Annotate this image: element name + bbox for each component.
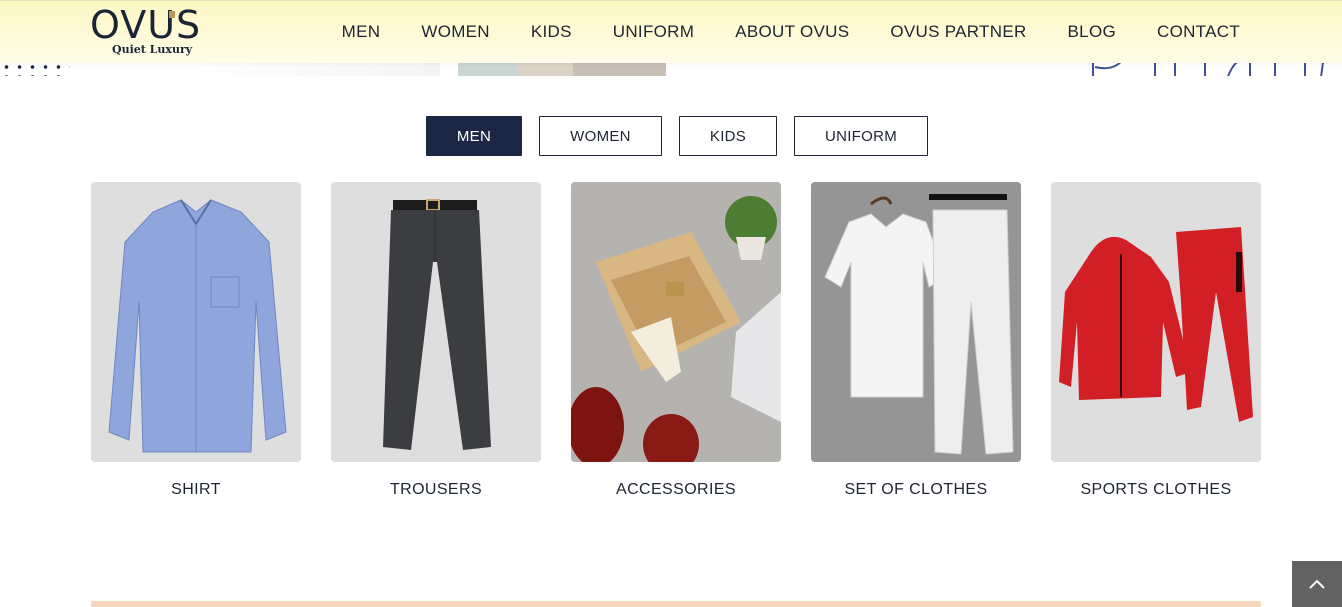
nav-about-ovus[interactable]: ABOUT OVUS <box>735 22 849 42</box>
product-label[interactable]: ACCESSORIES <box>571 481 781 499</box>
product-card-sports-clothes[interactable]: SPORTS CLOTHES <box>1051 182 1261 499</box>
svg-text:OVUS: OVUS <box>90 7 201 47</box>
logo-tagline: Quiet Luxury <box>112 43 193 56</box>
set-of-clothes-icon <box>811 182 1021 462</box>
product-card-trousers[interactable]: TROUSERS <box>331 182 541 499</box>
product-grid: SHIRT TROUSERS ACCESSORIES SET OF CLOTHE… <box>91 182 1261 499</box>
tab-men[interactable]: MEN <box>426 116 522 156</box>
decorative-dots <box>0 62 70 76</box>
sports-clothes-icon <box>1059 227 1253 422</box>
nav-uniform[interactable]: UNIFORM <box>613 22 694 42</box>
trousers-image[interactable] <box>331 182 541 462</box>
back-to-top-button[interactable] <box>1292 561 1342 607</box>
main-nav: MEN WOMEN KIDS UNIFORM ABOUT OVUS OVUS P… <box>342 1 1240 63</box>
product-card-shirt[interactable]: SHIRT <box>91 182 301 499</box>
trousers-icon <box>383 199 491 450</box>
product-label[interactable]: SHIRT <box>91 481 301 499</box>
nav-blog[interactable]: BLOG <box>1068 22 1116 42</box>
product-card-accessories[interactable]: ACCESSORIES <box>571 182 781 499</box>
nav-kids[interactable]: KIDS <box>531 22 572 42</box>
accessories-icon <box>571 182 781 462</box>
product-label[interactable]: TROUSERS <box>331 481 541 499</box>
ovus-logo-icon: OVUS <box>90 7 201 47</box>
shirt-icon <box>108 199 287 453</box>
category-tabs: MEN WOMEN KIDS UNIFORM <box>426 116 928 156</box>
chevron-up-icon <box>1309 579 1325 589</box>
sports-clothes-image[interactable] <box>1051 182 1261 462</box>
nav-men[interactable]: MEN <box>342 22 381 42</box>
tab-kids[interactable]: KIDS <box>679 116 777 156</box>
section-divider <box>91 601 1261 607</box>
product-label[interactable]: SPORTS CLOTHES <box>1051 481 1261 499</box>
product-label[interactable]: SET OF CLOTHES <box>811 481 1021 499</box>
tab-uniform[interactable]: UNIFORM <box>794 116 928 156</box>
tab-women[interactable]: WOMEN <box>539 116 662 156</box>
nav-contact[interactable]: CONTACT <box>1157 22 1240 42</box>
ovus-logo[interactable]: OVUS Quiet Luxury <box>90 7 214 57</box>
shirt-image[interactable] <box>91 182 301 462</box>
set-of-clothes-image[interactable] <box>811 182 1021 462</box>
nav-ovus-partner[interactable]: OVUS PARTNER <box>890 22 1026 42</box>
accessories-image[interactable] <box>571 182 781 462</box>
site-header: OVUS Quiet Luxury MEN WOMEN KIDS UNIFORM… <box>0 0 1342 63</box>
nav-women[interactable]: WOMEN <box>421 22 490 42</box>
product-card-set-of-clothes[interactable]: SET OF CLOTHES <box>811 182 1021 499</box>
